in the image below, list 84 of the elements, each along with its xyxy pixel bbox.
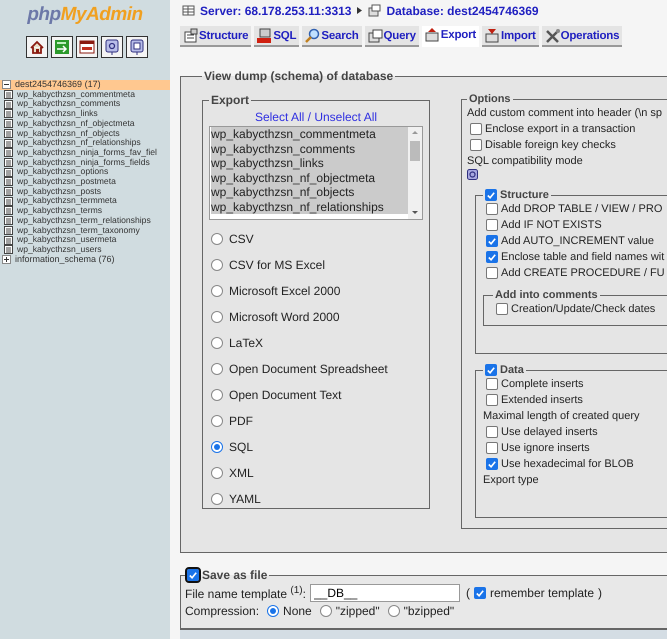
field-label: Compression: <box>185 604 260 618</box>
table-item[interactable]: wp_kabycthzsn_ninja_forms_fav_fiel <box>0 148 170 158</box>
table-item[interactable]: wp_kabycthzsn_postmeta <box>0 177 170 187</box>
legend-text: Save as file <box>202 568 268 582</box>
tab[interactable]: Import <box>482 26 539 47</box>
format-label: Open Document Text <box>229 388 342 402</box>
table-item[interactable]: wp_kabycthzsn_comments <box>0 99 170 110</box>
tab[interactable]: Query <box>364 26 419 47</box>
breadcrumb-link[interactable]: Database: dest2454746369 <box>386 4 539 18</box>
legend-text: Export <box>211 93 250 107</box>
field-label: File name template $^{(1)}$: <box>185 585 306 601</box>
legend-text: Structure <box>500 189 549 201</box>
table-item[interactable]: wp_kabycthzsn_links <box>0 109 170 119</box>
format-label: SQL <box>229 440 254 454</box>
separator-text: / <box>306 110 312 124</box>
checkbox-label: Disable foreign key checks <box>485 139 616 151</box>
option-label: Maximal length of created query <box>483 409 641 424</box>
format-label: Open Document Spreadsheet <box>229 362 388 376</box>
format-label: CSV <box>229 232 254 246</box>
legend-text: Data <box>500 364 524 376</box>
breadcrumb-link[interactable]: Server: 68.178.253.11:3313 <box>200 4 352 18</box>
list-option[interactable]: wp_kabycthzsn_comments <box>211 142 408 156</box>
table-item[interactable]: wp_kabycthzsn_term_taxonomy <box>0 226 170 236</box>
tab[interactable]: Structure <box>180 26 252 47</box>
format-label: PDF <box>229 414 253 428</box>
checkbox-label: Complete inserts <box>501 378 584 390</box>
checkbox-label: Add CREATE PROCEDURE / FU <box>501 267 665 279</box>
checkbox-label: remember template <box>490 586 594 600</box>
tab[interactable]: Export <box>422 26 480 47</box>
format-label: YAML <box>229 492 261 506</box>
checkbox-label: Add IF NOT EXISTS <box>501 219 602 231</box>
checkbox-label: Use hexadecimal for BLOB <box>501 458 634 470</box>
format-label: Microsoft Word 2000 <box>229 310 340 324</box>
checkbox-label: Use ignore inserts <box>501 442 590 454</box>
table-item[interactable]: wp_kabycthzsn_options <box>0 167 170 178</box>
legend-text: Add into comments <box>495 289 598 301</box>
format-label: CSV for MS Excel <box>229 258 326 272</box>
format-label: XML <box>229 466 254 480</box>
checkbox-label: Enclose export in a transaction <box>485 123 636 135</box>
list-option[interactable]: wp_kabycthzsn_nf_objectmeta <box>211 170 408 185</box>
checkbox-label: Add AUTO_INCREMENT value <box>501 235 654 247</box>
table-item[interactable]: wp_kabycthzsn_nf_objectmeta <box>0 118 170 129</box>
format-label: Microsoft Excel 2000 <box>229 284 340 298</box>
table-item[interactable]: wp_kabycthzsn_nf_objects <box>0 128 170 138</box>
select-all-link[interactable]: Select All <box>254 110 304 124</box>
option-label: Add custom comment into header (\n sp <box>467 106 664 121</box>
file-name-field[interactable]: __DB__ <box>310 584 460 602</box>
checkbox-label: Use delayed inserts <box>501 426 598 438</box>
table-item[interactable]: wp_kabycthzsn_usermeta <box>0 235 170 245</box>
format-label: LaTeX <box>229 336 264 350</box>
option-label: Export type <box>483 473 540 488</box>
list-option[interactable]: wp_kabycthzsn_nf_relationships <box>211 200 408 214</box>
checkbox-label: Add DROP TABLE / VIEW / PRO <box>501 203 662 215</box>
database-item[interactable]: dest2454746369 (17) <box>0 80 170 90</box>
checkbox-label: Creation/Update/Check dates <box>511 303 656 315</box>
table-item[interactable]: wp_kabycthzsn_nf_relationships <box>0 138 170 148</box>
logo-text: MyAdmin <box>60 4 143 25</box>
radio-label: "zipped" <box>336 604 380 618</box>
radio-label: "bzipped" <box>404 604 454 618</box>
paren-text: ) <box>598 586 602 600</box>
table-item[interactable]: wp_kabycthzsn_ninja_forms_fields <box>0 158 170 168</box>
legend-text: Options <box>469 93 511 105</box>
paren-text: ( <box>466 586 470 600</box>
list-option[interactable]: wp_kabycthzsn_links <box>211 156 408 170</box>
table-item[interactable]: wp_kabycthzsn_commentmeta <box>0 90 170 100</box>
table-item[interactable]: wp_kabycthzsn_termmeta <box>0 196 170 206</box>
table-item[interactable]: wp_kabycthzsn_posts <box>0 186 170 196</box>
unselect-all-link[interactable]: Unselect All <box>314 110 378 124</box>
table-listbox[interactable]: wp_kabycthzsn_commentmeta wp_kabycthzsn_comments wp_kabycthzsn_links wp_kabycthzsn_nf_objectmeta wp_kabycthzsn_nf_objects wp_kabycthzsn_nf_relationships <box>209 126 423 220</box>
table-item[interactable]: wp_kabycthzsn_users <box>0 244 170 255</box>
checkbox-label: Enclose table and field names wit <box>501 251 664 263</box>
logo-text: php <box>27 4 61 25</box>
radio-label: None <box>283 604 312 618</box>
legend-text: View dump (schema) of database <box>204 69 394 83</box>
option-label: SQL compatibility mode <box>467 154 584 169</box>
table-item[interactable]: wp_kabycthzsn_terms <box>0 206 170 216</box>
table-item[interactable]: wp_kabycthzsn_term_relationships <box>0 216 170 226</box>
database-item[interactable]: information_schema (76) <box>0 254 170 264</box>
tab[interactable]: Search <box>302 26 362 47</box>
checkbox-label: Extended inserts <box>501 394 583 406</box>
list-option[interactable]: wp_kabycthzsn_commentmeta <box>211 127 408 142</box>
list-option[interactable]: wp_kabycthzsn_nf_objects <box>211 185 408 200</box>
tab[interactable]: SQL <box>254 26 300 47</box>
tab[interactable]: Operations <box>542 26 622 47</box>
